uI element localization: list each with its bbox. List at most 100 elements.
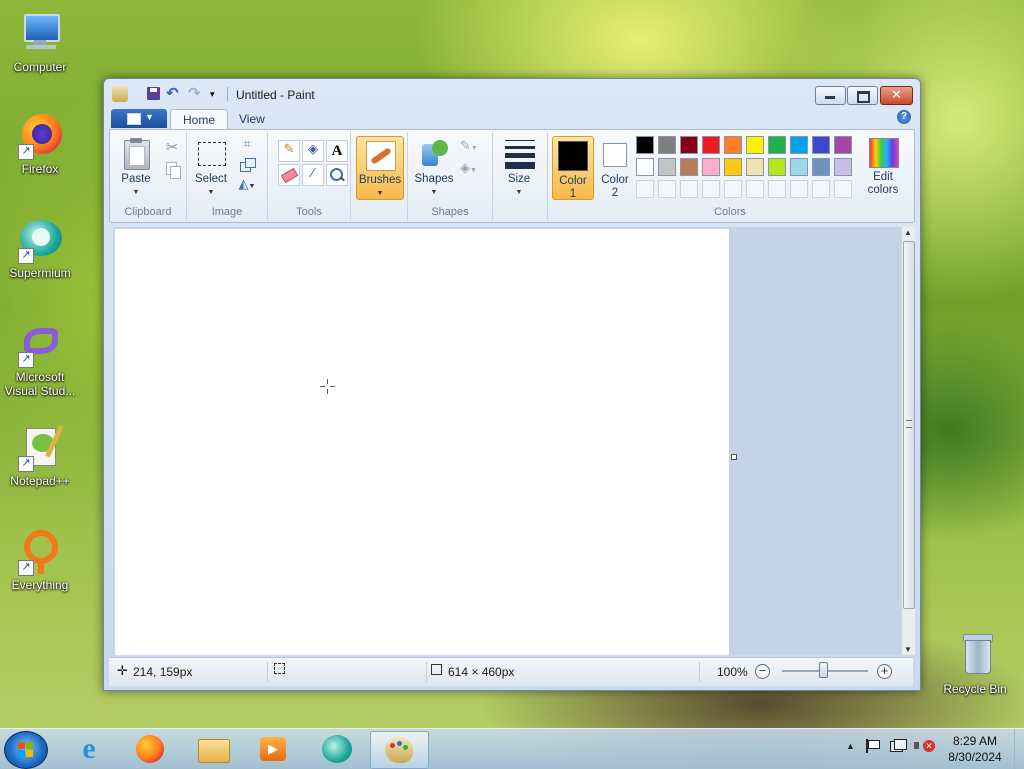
close-button[interactable]: ✕	[880, 86, 913, 105]
minimize-button[interactable]	[815, 86, 846, 105]
outline-icon[interactable]: ✎▼	[460, 138, 480, 158]
desktop-icon-label: Microsoft Visual Stud...	[4, 370, 76, 398]
file-menu-button[interactable]: ▼	[111, 109, 167, 128]
scroll-down-icon[interactable]: ▼	[904, 645, 912, 654]
color-swatch[interactable]	[790, 158, 808, 176]
color-swatch[interactable]	[636, 136, 654, 154]
shapes-button[interactable]: Shapes ▼	[412, 138, 456, 199]
text-icon[interactable]: A	[326, 140, 348, 162]
color-swatch[interactable]	[768, 158, 786, 176]
color-swatch[interactable]	[790, 136, 808, 154]
desktop-icon-visual-studio[interactable]: ↗ Microsoft Visual Stud...	[0, 320, 80, 398]
zoom-level: 100%	[717, 665, 748, 679]
cut-icon[interactable]: ✂	[162, 138, 182, 158]
show-desktop-button[interactable]	[1014, 729, 1024, 769]
chevron-down-icon: ▼	[145, 112, 154, 122]
save-icon[interactable]	[146, 86, 162, 102]
desktop-icon-supermium[interactable]: ↗ Supermium	[0, 216, 80, 280]
crop-icon[interactable]: ⌗	[237, 136, 257, 156]
size-button[interactable]: Size ▼	[499, 138, 539, 199]
select-button[interactable]: Select ▼	[191, 138, 231, 199]
desktop-icon-firefox[interactable]: ↗ Firefox	[0, 112, 80, 176]
undo-icon[interactable]: ↶	[166, 86, 182, 102]
chevron-down-icon: ▼	[515, 189, 523, 196]
resize-icon[interactable]	[237, 156, 257, 176]
paint-app-icon[interactable]	[112, 86, 128, 102]
start-button[interactable]	[4, 731, 48, 769]
taskbar-supermium[interactable]	[310, 731, 364, 767]
color-swatch[interactable]	[658, 136, 676, 154]
chevron-down-icon: ▼	[132, 189, 140, 196]
custom-color-slot[interactable]	[724, 180, 742, 198]
custom-color-slot[interactable]	[812, 180, 830, 198]
rotate-icon[interactable]: ◭▼	[237, 176, 257, 196]
tab-home[interactable]: Home	[170, 109, 229, 130]
custom-color-slot[interactable]	[834, 180, 852, 198]
color-swatch[interactable]	[724, 136, 742, 154]
show-hidden-icons-icon[interactable]: ▲	[846, 741, 855, 751]
custom-color-slot[interactable]	[768, 180, 786, 198]
fill-shape-icon[interactable]: ◈▼	[460, 160, 480, 180]
custom-color-slot[interactable]	[790, 180, 808, 198]
status-bar: ✛ 214, 159px 614 × 460px 100% − +	[109, 657, 913, 686]
color-swatch[interactable]	[812, 158, 830, 176]
color-swatch[interactable]	[680, 136, 698, 154]
color-swatch[interactable]	[680, 158, 698, 176]
eraser-icon[interactable]	[278, 164, 300, 186]
pencil-icon[interactable]: ✎	[278, 140, 300, 162]
color-swatch[interactable]	[812, 136, 830, 154]
custom-color-slot[interactable]	[658, 180, 676, 198]
line-size-icon	[503, 138, 535, 170]
scroll-up-icon[interactable]: ▲	[904, 228, 912, 237]
color-swatch[interactable]	[746, 158, 764, 176]
resize-handle-right[interactable]	[731, 454, 737, 460]
redo-icon[interactable]: ↷	[188, 86, 204, 102]
title-bar[interactable]: ↶ ↷ ▾ Untitled - Paint ✕	[104, 79, 920, 107]
vertical-scrollbar[interactable]: ▲ ▼	[901, 227, 915, 655]
desktop-icon-recycle-bin[interactable]: Recycle Bin	[935, 632, 1015, 696]
maximize-button[interactable]	[847, 86, 878, 105]
custom-color-slot[interactable]	[636, 180, 654, 198]
desktop-icon-everything[interactable]: ↗ Everything	[0, 528, 80, 592]
zoom-out-button[interactable]: −	[755, 664, 770, 679]
color-swatch[interactable]	[724, 158, 742, 176]
drawing-canvas[interactable]	[115, 229, 729, 655]
zoom-slider-thumb[interactable]	[819, 662, 828, 678]
scrollbar-thumb[interactable]	[903, 241, 915, 609]
color2-button[interactable]: Color 2	[596, 136, 634, 199]
edit-colors-button[interactable]: Edit colors	[860, 136, 906, 197]
color-swatch[interactable]	[702, 136, 720, 154]
copy-icon[interactable]	[162, 160, 182, 180]
taskbar-media-player[interactable]: ▶	[246, 731, 300, 767]
custom-color-slot[interactable]	[680, 180, 698, 198]
magnifier-icon[interactable]	[326, 164, 348, 186]
taskbar-internet-explorer[interactable]: e	[62, 731, 116, 767]
zoom-in-button[interactable]: +	[877, 664, 892, 679]
color-swatch[interactable]	[834, 136, 852, 154]
customize-quick-access-icon[interactable]: ▾	[210, 86, 226, 102]
taskbar-paint[interactable]	[370, 731, 429, 769]
desktop-icon-notepadpp[interactable]: ↗ Notepad++	[0, 424, 80, 488]
windows-logo-icon	[18, 742, 34, 758]
color-swatch[interactable]	[658, 158, 676, 176]
ribbon-tabs: ▼ Home View ?	[109, 107, 915, 130]
color-swatch[interactable]	[768, 136, 786, 154]
paste-button[interactable]: Paste ▼	[116, 138, 156, 199]
color1-button[interactable]: Color 1	[552, 136, 594, 200]
fill-icon[interactable]: ◈	[302, 140, 324, 162]
taskbar-file-explorer[interactable]	[186, 731, 240, 767]
custom-color-slot[interactable]	[702, 180, 720, 198]
desktop-icon-computer[interactable]: Computer	[0, 10, 80, 74]
color-swatch[interactable]	[702, 158, 720, 176]
color-swatch[interactable]	[746, 136, 764, 154]
crosshair-cursor-icon	[320, 379, 335, 394]
taskbar-firefox[interactable]	[123, 731, 177, 767]
color-swatch[interactable]	[834, 158, 852, 176]
tab-view[interactable]: View	[227, 109, 277, 129]
color-picker-icon[interactable]: ⁄	[302, 164, 324, 186]
help-icon[interactable]: ?	[897, 110, 911, 124]
color-swatch[interactable]	[636, 158, 654, 176]
brushes-button[interactable]: Brushes ▼	[356, 136, 404, 200]
custom-color-slot[interactable]	[746, 180, 764, 198]
system-clock[interactable]: 8:29 AM 8/30/2024	[938, 733, 1012, 765]
